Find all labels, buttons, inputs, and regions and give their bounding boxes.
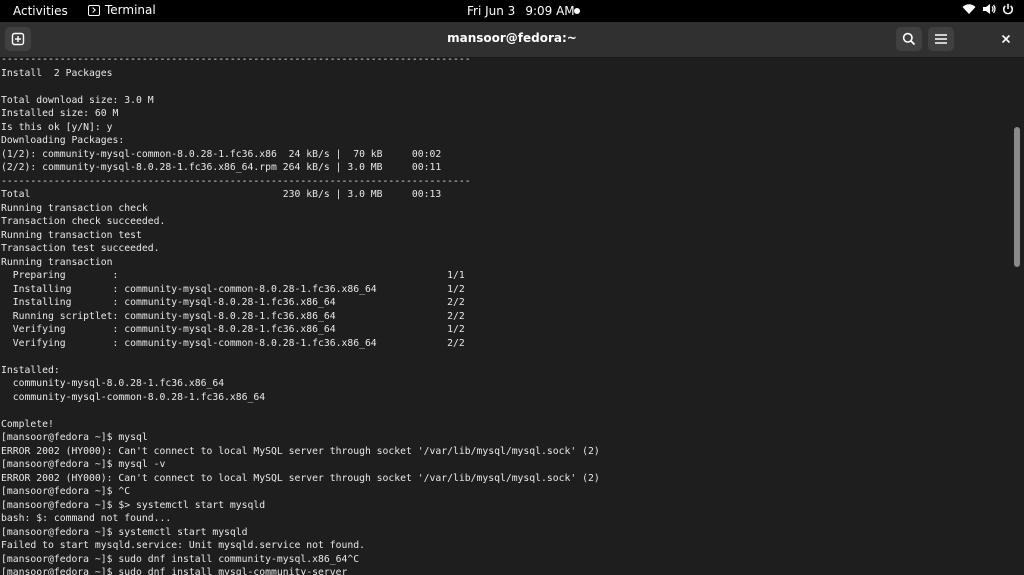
date: Fri Jun 3 <box>467 4 516 18</box>
terminal-line: Total download size: 3.0 M <box>1 94 154 106</box>
notification-dot-icon <box>574 8 580 14</box>
scrollbar-thumb[interactable] <box>1014 127 1020 267</box>
app-name: Terminal <box>105 3 156 17</box>
terminal-line: community-mysql-common-8.0.28-1.fc36.x86… <box>1 391 266 403</box>
terminal-line: Running scriptlet: community-mysql-8.0.2… <box>1 310 465 322</box>
header-bar: mansoor@fedora:~ <box>0 22 1024 58</box>
window-title: mansoor@fedora:~ <box>447 31 577 45</box>
top-bar: Activities Terminal Fri Jun 3 9:09 AM <box>0 0 1024 22</box>
terminal-line: Failed to start mysqld.service: Unit mys… <box>1 540 365 551</box>
terminal-icon <box>88 4 100 16</box>
terminal-line: (2/2): community-mysql-8.0.28-1.fc36.x86… <box>1 162 442 173</box>
terminal-line: ----------------------------------------… <box>1 175 471 187</box>
terminal-line: Preparing : 1/1 <box>1 270 465 281</box>
terminal-line: Install 2 Packages <box>1 67 113 79</box>
clock[interactable]: Fri Jun 3 9:09 AM <box>467 4 575 18</box>
terminal-line: bash: $: command not found... <box>1 513 172 524</box>
app-menu[interactable]: Terminal <box>88 3 156 17</box>
close-button[interactable] <box>993 27 1019 51</box>
terminal-line: (1/2): community-mysql-common-8.0.28-1.f… <box>1 148 442 160</box>
terminal-line: [mansoor@fedora ~]$ mysql -v <box>1 459 166 470</box>
terminal-line: Running transaction <box>1 256 113 268</box>
terminal-line: Installing : community-mysql-common-8.0.… <box>1 283 465 295</box>
terminal-line: Running transaction check <box>1 202 148 214</box>
terminal-line: Is this ok [y/N]: y <box>1 121 113 133</box>
close-icon <box>1001 34 1011 44</box>
terminal-line: community-mysql-8.0.28-1.fc36.x86_64 <box>1 378 225 389</box>
terminal-line: Verifying : community-mysql-common-8.0.2… <box>1 337 465 349</box>
terminal-line: [mansoor@fedora ~]$ ^C <box>1 486 131 497</box>
terminal-line: Installing : community-mysql-8.0.28-1.fc… <box>1 297 465 308</box>
terminal-line: [mansoor@fedora ~]$ sudo dnf install mys… <box>1 567 348 575</box>
terminal-line: ERROR 2002 (HY000): Can't connect to loc… <box>1 445 600 457</box>
menu-button[interactable] <box>928 27 954 51</box>
hamburger-menu-icon <box>935 34 947 44</box>
terminal-line: [mansoor@fedora ~]$ mysql <box>1 432 148 443</box>
terminal-line: ----------------------------------------… <box>1 58 471 65</box>
terminal-window: mansoor@fedora:~ -----------------------… <box>0 22 1024 575</box>
terminal-line: Complete! <box>1 418 54 430</box>
terminal-line: ERROR 2002 (HY000): Can't connect to loc… <box>1 472 600 484</box>
terminal-line: Running transaction test <box>1 229 142 241</box>
terminal-line: Total 230 kB/s | 3.0 MB 00:13 <box>1 189 442 200</box>
terminal-line: [mansoor@fedora ~]$ $> systemctl start m… <box>1 499 266 511</box>
terminal-line: [mansoor@fedora ~]$ systemctl start mysq… <box>1 526 248 538</box>
time: 9:09 AM <box>525 4 575 18</box>
activities-button[interactable]: Activities <box>13 4 68 18</box>
search-button[interactable] <box>896 27 922 51</box>
wifi-icon <box>962 4 976 14</box>
volume-icon <box>983 4 996 14</box>
terminal-line: Transaction test succeeded. <box>1 243 160 254</box>
scrollbar[interactable] <box>1014 58 1022 575</box>
terminal-line: Verifying : community-mysql-8.0.28-1.fc3… <box>1 324 465 335</box>
terminal-line: Installed size: 60 M <box>1 108 119 119</box>
terminal-line: Transaction check succeeded. <box>1 216 166 227</box>
search-icon <box>902 32 916 46</box>
system-status-menu[interactable] <box>962 3 1014 15</box>
terminal-line: Installed: <box>1 364 60 376</box>
power-icon <box>1002 3 1014 15</box>
terminal-line: [mansoor@fedora ~]$ sudo dnf install com… <box>1 553 360 565</box>
terminal-output[interactable]: ----------------------------------------… <box>0 58 1010 575</box>
terminal-lines: ----------------------------------------… <box>1 58 600 575</box>
terminal-line: Downloading Packages: <box>1 135 125 146</box>
